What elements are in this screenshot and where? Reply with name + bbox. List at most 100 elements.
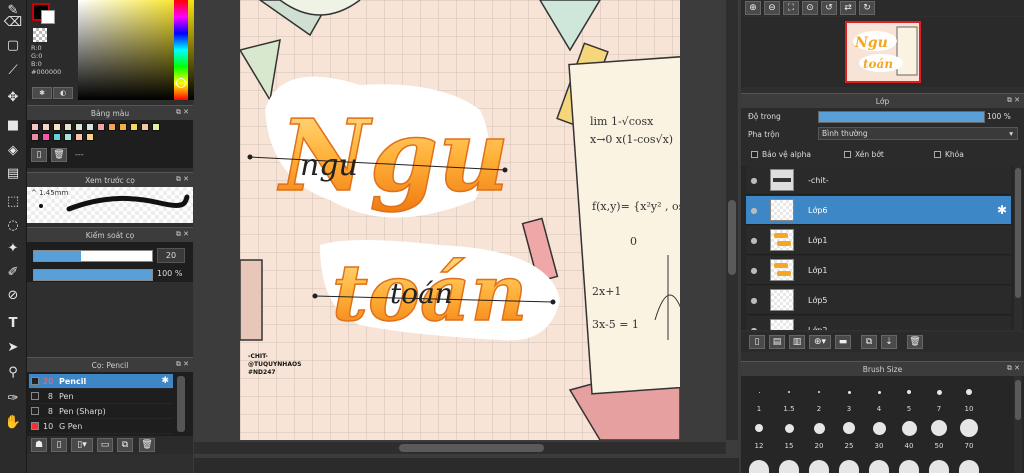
merge-layer-icon[interactable]: ⇣ [881,335,897,349]
brush-opacity-slider[interactable] [33,269,153,281]
gear-icon[interactable]: ✱ [997,203,1007,217]
layer-row[interactable]: ● Lớp2 [746,316,1011,330]
lasso-poly-icon[interactable]: ◌ [3,215,23,235]
brush-size-dot[interactable] [755,424,763,432]
move-icon[interactable]: ✥ [3,87,23,107]
flip-icon[interactable]: ⇄ [840,1,856,15]
brush-size-dot[interactable] [929,460,949,473]
brush-size-dot[interactable] [758,391,760,393]
eye-icon[interactable]: ● [748,236,760,245]
palette-swatch[interactable] [152,123,160,131]
add-brush-icon[interactable]: ▯ [51,438,67,452]
panel-window-icons[interactable]: ⧉ ✕ [1007,96,1020,105]
brush-size-dot[interactable] [813,422,825,434]
transparent-color[interactable] [33,28,47,42]
palette-swatch[interactable] [42,123,50,131]
new-8bit-layer-icon[interactable]: ▥ [789,335,805,349]
palette-swatch[interactable] [119,123,127,131]
layer-row[interactable]: ● Lớp1 [746,226,1011,255]
hand-icon[interactable]: ✋ [3,412,23,432]
eraser-icon[interactable]: ⌫ [3,12,23,32]
palette-swatch[interactable] [53,123,61,131]
panel-window-icons[interactable]: ⧉ ✕ [176,175,189,184]
brush-size-dot[interactable] [899,460,919,473]
duplicate-layer-icon[interactable]: ⧉ [861,335,877,349]
layer-row[interactable]: ● -chit- [746,166,1011,195]
palette-swatch[interactable] [86,133,94,141]
blend-mode-select[interactable]: Bình thường ▾ [818,127,1018,140]
palette-swatch[interactable] [53,133,61,141]
rotate-left-icon[interactable]: ↺ [821,1,837,15]
eye-icon[interactable]: ● [748,326,760,331]
brush-item[interactable]: 20 Pencil ✱ [29,374,173,389]
layer-scroll-thumb[interactable] [1015,168,1021,298]
canvas-area[interactable]: lim 1-√cosx x→0 x(1-cos√x) f(x,y)= {x²y²… [194,0,739,460]
palette-swatch[interactable] [141,123,149,131]
layer-folder-icon[interactable]: ▬ [835,335,851,349]
palette-swatch[interactable] [31,133,39,141]
bucket-icon[interactable]: ◈ [3,140,23,160]
delete-palette-icon[interactable]: 🗑 [51,148,67,162]
brush-size-dot[interactable] [966,389,972,395]
panel-window-icons[interactable]: ⧉ ✕ [176,360,189,369]
palette-swatch[interactable] [108,123,116,131]
eye-icon[interactable]: ● [748,206,760,215]
brush-item[interactable]: 8 Pen (Sharp) [29,404,173,419]
brush-size-dot[interactable] [959,460,979,473]
brush-size-dot[interactable] [784,423,794,433]
palette-swatch[interactable] [64,123,72,131]
duplicate-brush-icon[interactable]: ⧉ [117,438,133,452]
rect-select-icon[interactable]: ▢ [3,35,23,55]
canvas-vscroll-track[interactable] [726,0,738,440]
panel-window-icons[interactable]: ⧉ ✕ [176,108,189,117]
color-mode-button[interactable]: ◐ [53,87,73,99]
brush-size-dot[interactable] [907,390,911,394]
brush-size-dot[interactable] [869,460,889,473]
clipping-checkbox[interactable] [844,151,851,158]
brush-size-dot[interactable] [749,460,769,473]
brush-item[interactable]: 8 Pen [29,389,173,404]
brush-size-slider[interactable] [33,250,153,262]
rotate-right-icon[interactable]: ↻ [859,1,875,15]
lock-checkbox[interactable] [934,151,941,158]
canvas-hscroll-thumb[interactable] [399,444,544,452]
eyedropper-icon[interactable]: ⚲ [3,362,23,382]
brush-size-dot[interactable] [847,390,851,394]
layer-row[interactable]: ● Lớp1 [746,256,1011,285]
brush-size-dot[interactable] [788,391,790,393]
brush-size-dot[interactable] [877,390,881,394]
eye-icon[interactable]: ● [748,266,760,275]
brush-icon[interactable]: ⟋ [3,60,23,80]
brush-size-scroll-thumb[interactable] [1015,380,1021,420]
palette-swatch[interactable] [42,133,50,141]
protect-alpha-checkbox[interactable] [751,151,758,158]
new-halftone-layer-icon[interactable]: ▤ [769,335,785,349]
layer-row[interactable]: ● Lớp6 ✱ [746,196,1011,225]
zoom-out-icon[interactable]: ⊖ [764,1,780,15]
eye-icon[interactable]: ● [748,176,760,185]
operation-icon[interactable]: ➤ [3,337,23,357]
panel-window-icons[interactable]: ⧉ ✕ [1007,364,1020,373]
magic-wand-icon[interactable]: ✦ [3,238,23,258]
brush-folder-icon[interactable]: ▭ [97,438,113,452]
layer-scroll-track[interactable] [1014,166,1022,330]
gradient-icon[interactable]: ▤ [3,163,23,183]
navigator-thumbnail[interactable]: Ngu toán [845,21,921,83]
brush-size-dot[interactable] [931,420,947,436]
zoom-in-icon[interactable]: ⊕ [745,1,761,15]
canvas[interactable]: lim 1-√cosx x→0 x(1-cos√x) f(x,y)= {x²y²… [240,0,680,440]
lasso-icon[interactable]: ⬚ [3,191,23,211]
new-layer-icon[interactable]: ▯ [749,335,765,349]
palette-swatch[interactable] [130,123,138,131]
fill-rect-icon[interactable]: ■ [3,115,23,135]
background-color[interactable] [41,10,55,24]
palette-swatch[interactable] [86,123,94,131]
color-wheel-button[interactable]: ✱ [32,87,52,99]
brush-size-dot[interactable] [843,422,855,434]
layer-row[interactable]: ● Lớp5 [746,286,1011,315]
brush-size-scroll-track[interactable] [1014,376,1022,473]
canvas-vscroll-thumb[interactable] [728,200,736,275]
eyedropper2-icon[interactable]: ✑ [3,388,23,408]
eye-icon[interactable]: ● [748,296,760,305]
palette-swatch[interactable] [75,133,83,141]
